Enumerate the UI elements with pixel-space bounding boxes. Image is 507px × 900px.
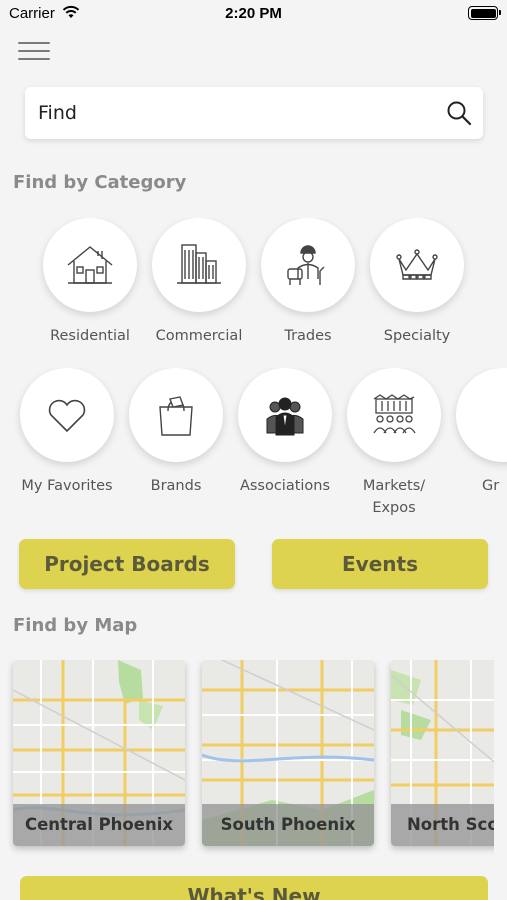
- worker-icon: [287, 245, 325, 285]
- menu-line: [18, 58, 50, 60]
- category-label: My Favorites: [21, 478, 113, 494]
- map-card-south-phoenix[interactable]: South Phoenix: [202, 660, 374, 846]
- shopping-bag-icon: [159, 396, 193, 436]
- category-brands[interactable]: Brands: [121, 368, 231, 497]
- category-section-title: Find by Category: [13, 172, 187, 193]
- category-my-favorites[interactable]: My Favorites: [12, 368, 122, 497]
- events-button[interactable]: Events: [272, 539, 488, 589]
- crown-icon: [396, 249, 438, 280]
- category-label: Commercial: [155, 328, 243, 344]
- search-field[interactable]: Find: [25, 87, 483, 139]
- category-row-2: My Favorites Brands Associations Markets…: [0, 368, 507, 528]
- category-markets-expos[interactable]: Markets/ Expos: [339, 368, 449, 519]
- map-carousel[interactable]: Central Phoenix South Phoenix North Scot: [0, 660, 494, 860]
- project-boards-button[interactable]: Project Boards: [19, 539, 235, 589]
- category-partial[interactable]: Gr: [448, 368, 507, 497]
- partial-icon: [477, 389, 507, 441]
- category-label: Markets/ Expos: [362, 478, 426, 516]
- menu-line: [18, 42, 50, 44]
- clock: 2:20 PM: [225, 5, 282, 22]
- whats-new-button[interactable]: What's New: [20, 876, 488, 900]
- menu-button[interactable]: [18, 40, 50, 62]
- map-card-label: South Phoenix: [202, 804, 374, 846]
- market-crowd-icon: [373, 394, 416, 434]
- map-card-central-phoenix[interactable]: Central Phoenix: [13, 660, 185, 846]
- search-icon[interactable]: [446, 100, 472, 126]
- category-specialty[interactable]: Specialty: [362, 218, 472, 347]
- house-icon: [67, 246, 113, 284]
- map-section-title: Find by Map: [13, 615, 138, 636]
- category-residential[interactable]: Residential: [35, 218, 145, 347]
- status-bar: Carrier 2:20 PM: [0, 0, 507, 28]
- category-trades[interactable]: Trades: [253, 218, 363, 347]
- category-associations[interactable]: Associations: [230, 368, 340, 497]
- category-row-1: Residential Commercial Trades Specialty: [0, 218, 507, 368]
- category-label: Gr: [482, 478, 500, 494]
- buildings-icon: [177, 244, 221, 284]
- menu-line: [18, 50, 50, 52]
- battery-icon: [468, 6, 501, 20]
- map-card-label: Central Phoenix: [13, 804, 185, 846]
- category-label: Residential: [50, 328, 130, 344]
- people-group-icon: [266, 397, 304, 436]
- category-label: Specialty: [383, 328, 451, 344]
- map-card-label: North Scot: [391, 804, 494, 846]
- category-label: Associations: [239, 478, 331, 494]
- category-commercial[interactable]: Commercial: [144, 218, 254, 347]
- heart-icon: [48, 399, 86, 433]
- category-label: Trades: [284, 328, 332, 344]
- search-input[interactable]: Find: [38, 102, 77, 124]
- category-label: Brands: [150, 478, 202, 494]
- map-card-north-scottsdale[interactable]: North Scot: [391, 660, 494, 846]
